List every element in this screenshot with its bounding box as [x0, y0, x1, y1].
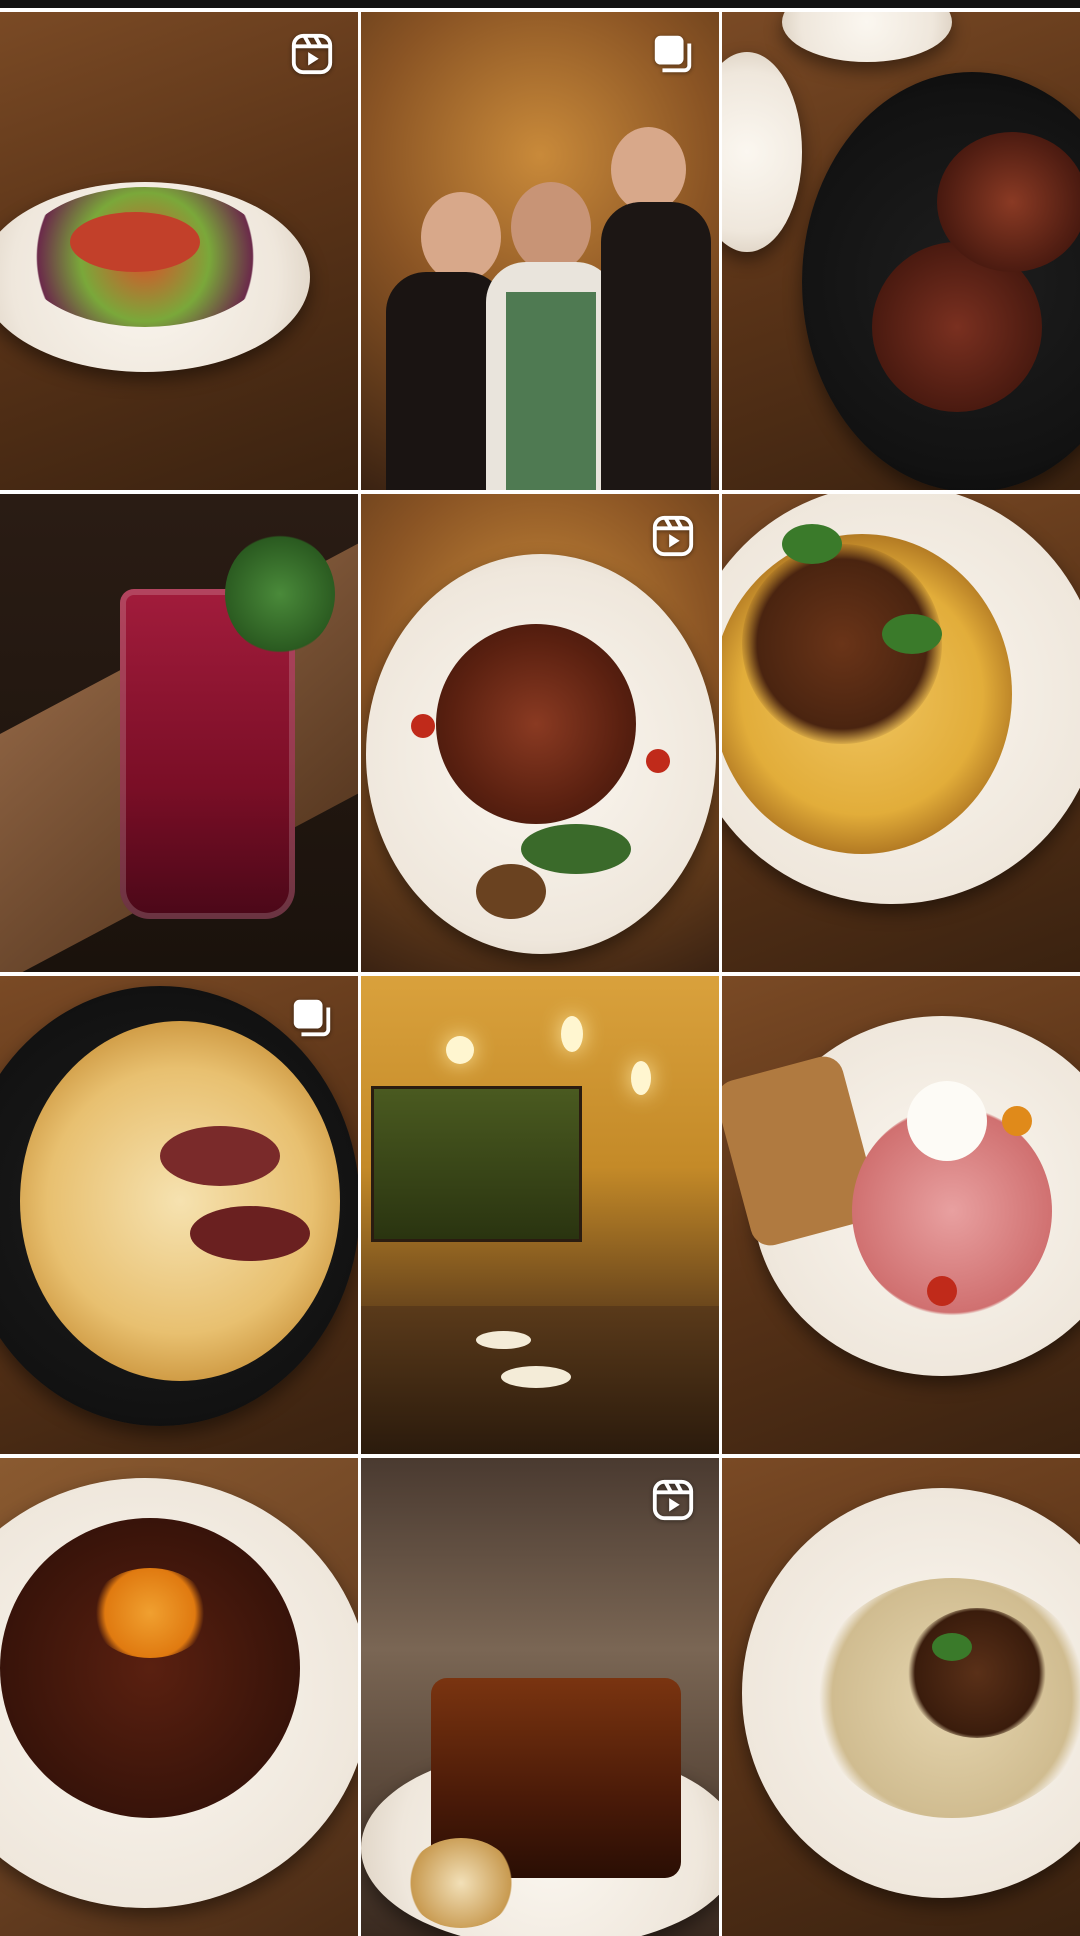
post-image — [0, 494, 358, 972]
burrata-prosciutto-post[interactable] — [722, 976, 1080, 1454]
post-image — [361, 1458, 719, 1936]
octopus-salad-post[interactable] — [0, 12, 358, 490]
profile-posts-grid — [0, 12, 1080, 1936]
beef-ragu-tagliatelle-post[interactable] — [722, 494, 1080, 972]
reels-icon — [649, 512, 697, 560]
post-image — [361, 494, 719, 972]
reels-icon — [288, 30, 336, 78]
post-image — [722, 976, 1080, 1454]
glazed-pork-belly-post[interactable] — [361, 1458, 719, 1936]
carousel-icon — [288, 994, 336, 1042]
reels-icon — [649, 1476, 697, 1524]
post-image — [0, 12, 358, 490]
mushroom-risotto-post[interactable] — [722, 1458, 1080, 1936]
post-image — [0, 1458, 358, 1936]
chefs-team-photo-post[interactable] — [361, 12, 719, 490]
private-dining-room-post[interactable] — [361, 976, 719, 1454]
top-edge-bar — [0, 0, 1080, 8]
grilled-octopus-plate-post[interactable] — [361, 494, 719, 972]
post-image — [722, 494, 1080, 972]
post-image — [0, 976, 358, 1454]
post-image — [722, 12, 1080, 490]
berry-cocktail-post[interactable] — [0, 494, 358, 972]
post-image — [722, 1458, 1080, 1936]
post-image — [361, 12, 719, 490]
chocolate-cake-dessert-post[interactable] — [0, 1458, 358, 1936]
post-image — [361, 976, 719, 1454]
carousel-icon — [649, 30, 697, 78]
grilled-steak-post[interactable] — [722, 12, 1080, 490]
gnocchi-skillet-post[interactable] — [0, 976, 358, 1454]
